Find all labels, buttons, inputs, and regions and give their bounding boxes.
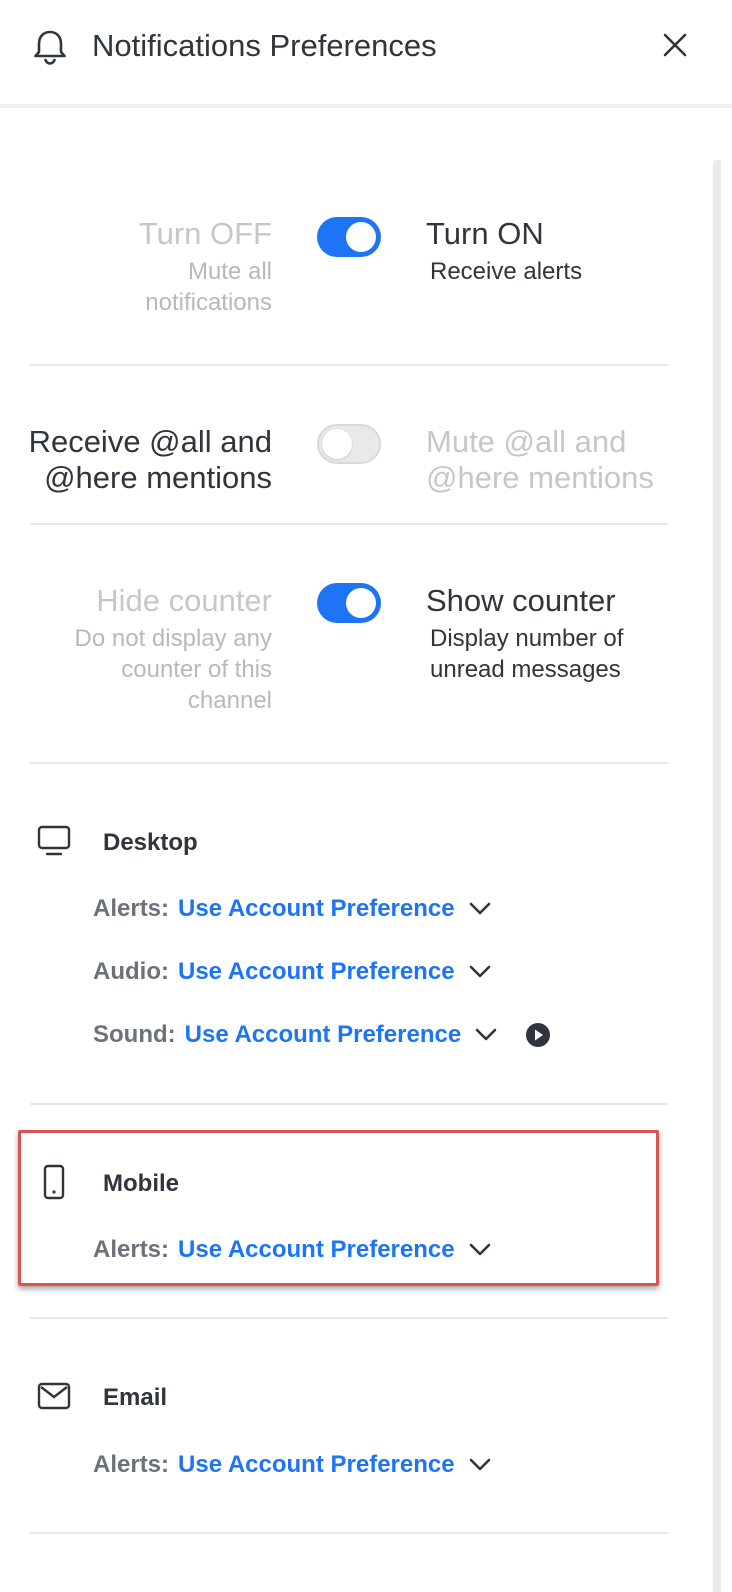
desktop-icon	[37, 825, 71, 856]
email-alerts-select[interactable]: Use Account Preference	[178, 1451, 455, 1479]
desktop-alerts-key: Alerts:	[93, 895, 170, 922]
desktop-section-title: Desktop	[103, 829, 198, 856]
notifications-toggle[interactable]	[317, 217, 381, 257]
show-counter-label: Show counter	[426, 583, 616, 618]
divider	[30, 1317, 668, 1319]
desktop-sound-select[interactable]: Use Account Preference	[185, 1021, 462, 1049]
email-icon	[37, 1382, 71, 1410]
mobile-icon	[43, 1164, 65, 1200]
turn-off-option: Turn OFF Mute all notifications	[112, 216, 272, 318]
divider	[30, 1532, 668, 1534]
turn-off-description: Mute all notifications	[145, 258, 272, 316]
divider	[30, 1103, 668, 1105]
chevron-down-icon[interactable]	[467, 896, 493, 922]
show-counter-option: Show counter Display number of unread me…	[426, 583, 666, 685]
turn-off-label: Turn OFF	[138, 216, 272, 251]
mobile-section-title: Mobile	[103, 1170, 179, 1197]
receive-mentions-option: Receive @all and @here mentions	[12, 424, 272, 496]
divider	[30, 364, 668, 366]
desktop-audio-select[interactable]: Use Account Preference	[178, 958, 455, 986]
turn-on-description: Receive alerts	[430, 258, 583, 285]
divider	[30, 523, 668, 525]
mobile-alerts-select[interactable]: Use Account Preference	[178, 1236, 455, 1264]
hide-counter-description: Do not display any counter of this chann…	[74, 625, 272, 714]
close-icon[interactable]	[660, 30, 690, 60]
chevron-down-icon[interactable]	[473, 1022, 499, 1048]
counter-toggle[interactable]	[317, 583, 381, 623]
chevron-down-icon[interactable]	[467, 959, 493, 985]
mute-mentions-option: Mute @all and @here mentions	[426, 424, 676, 496]
mobile-alerts-row: Alerts: Use Account Preference	[93, 1232, 493, 1268]
chevron-down-icon[interactable]	[467, 1237, 493, 1263]
desktop-alerts-select[interactable]: Use Account Preference	[178, 895, 455, 923]
toggle-knob	[346, 222, 376, 252]
chevron-down-icon[interactable]	[467, 1452, 493, 1478]
desktop-sound-row: Sound: Use Account Preference	[93, 1017, 551, 1053]
mobile-alerts-key: Alerts:	[93, 1236, 170, 1263]
divider	[30, 762, 668, 764]
show-counter-description: Display number of unread messages	[430, 625, 624, 683]
mute-mentions-label: Mute @all and @here mentions	[426, 424, 654, 495]
hide-counter-option: Hide counter Do not display any counter …	[32, 583, 272, 716]
desktop-audio-row: Audio: Use Account Preference	[93, 954, 493, 990]
panel-title: Notifications Preferences	[92, 28, 437, 63]
scrollbar[interactable]	[713, 160, 721, 1592]
email-alerts-row: Alerts: Use Account Preference	[93, 1447, 493, 1483]
toggle-knob	[322, 429, 352, 459]
play-sound-icon[interactable]	[525, 1022, 551, 1048]
turn-on-option: Turn ON Receive alerts	[426, 216, 582, 287]
email-section-title: Email	[103, 1384, 168, 1411]
receive-mentions-label: Receive @all and @here mentions	[28, 424, 272, 495]
mentions-toggle[interactable]	[317, 424, 381, 464]
desktop-audio-key: Audio:	[93, 958, 169, 985]
toggle-knob	[346, 588, 376, 618]
panel-header: Notifications Preferences	[0, 0, 732, 108]
bell-icon	[34, 30, 66, 65]
email-alerts-key: Alerts:	[93, 1451, 170, 1478]
desktop-alerts-row: Alerts: Use Account Preference	[93, 891, 493, 927]
turn-on-label: Turn ON	[426, 216, 544, 251]
desktop-sound-key: Sound:	[93, 1021, 176, 1048]
hide-counter-label: Hide counter	[96, 583, 272, 618]
